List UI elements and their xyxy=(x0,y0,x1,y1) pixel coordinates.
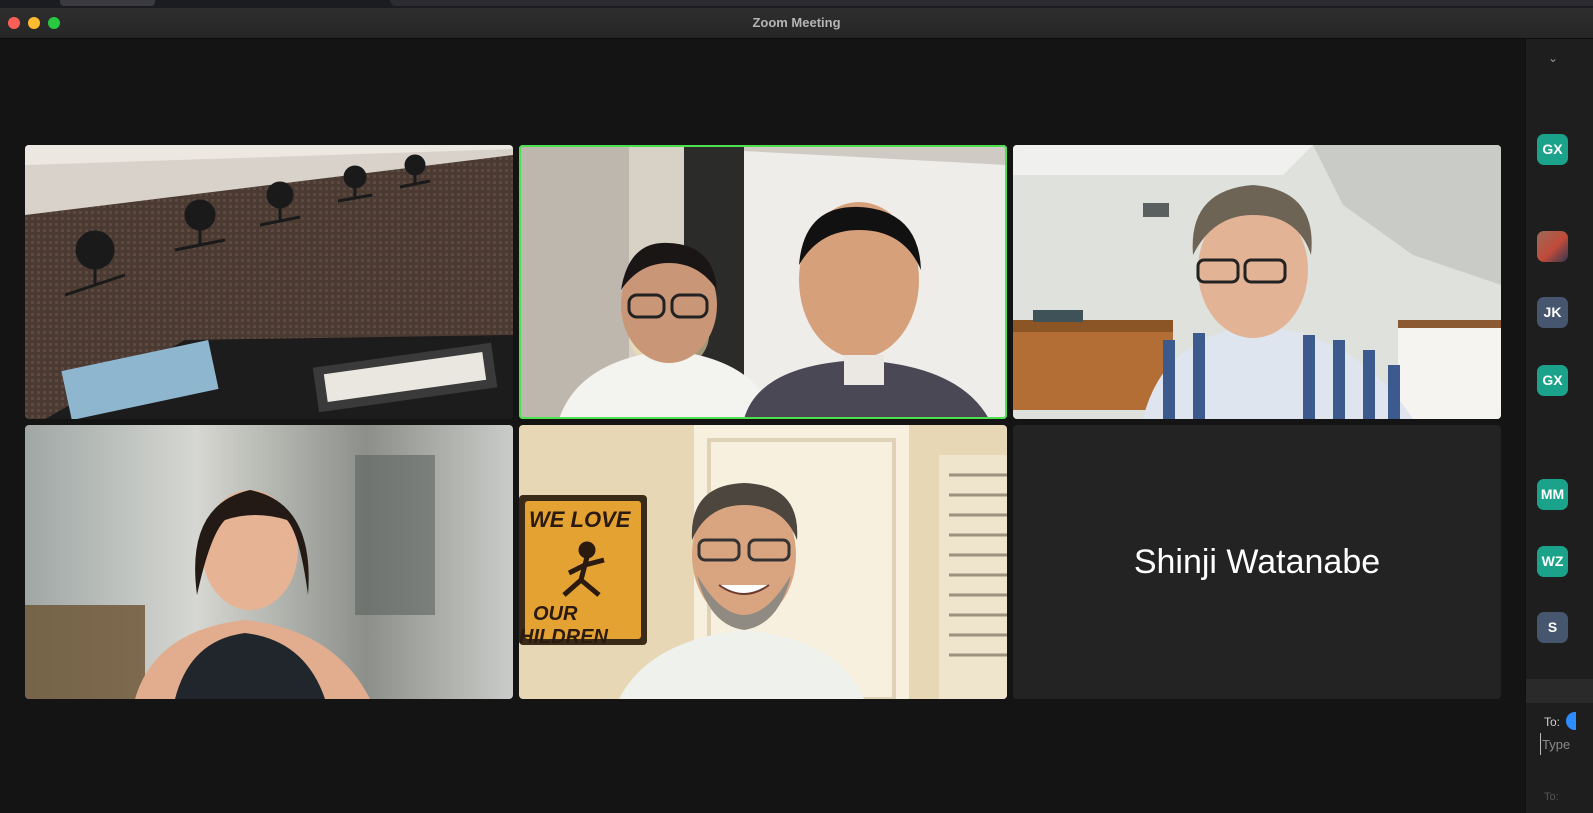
participant-avatar-photo[interactable] xyxy=(1537,231,1568,262)
chat-to-label: To: xyxy=(1544,791,1559,803)
background-window-tab xyxy=(390,0,1593,6)
video-tile-video-off[interactable]: Shinji Watanabe xyxy=(1013,425,1501,699)
participant-name: Shinji Watanabe xyxy=(1133,543,1381,581)
video-tile-man-striped-shirt[interactable] xyxy=(1013,145,1501,419)
participant-avatar[interactable]: GX xyxy=(1537,134,1568,165)
participant-avatar[interactable]: MM xyxy=(1537,479,1568,510)
video-tile-woman[interactable] xyxy=(25,425,513,699)
participant-avatar[interactable]: JK xyxy=(1537,297,1568,328)
two-people-video-frame xyxy=(519,145,1007,419)
video-tile-two-people[interactable] xyxy=(519,145,1007,419)
svg-text:WE LOVE: WE LOVE xyxy=(529,507,632,532)
chat-recipient-selector[interactable] xyxy=(1566,712,1576,730)
man-striped-shirt-video-frame xyxy=(1013,145,1501,419)
chat-message-input[interactable] xyxy=(1540,733,1593,755)
desktop-background-strip xyxy=(0,0,1593,8)
chat-to-label: To: xyxy=(1544,715,1561,729)
participant-avatar[interactable]: WZ xyxy=(1537,546,1568,577)
video-tile-room[interactable] xyxy=(25,145,513,419)
window-titlebar: Zoom Meeting xyxy=(0,8,1593,39)
woman-video-frame xyxy=(25,425,513,699)
participant-avatar[interactable]: S xyxy=(1537,612,1568,643)
svg-text:OUR: OUR xyxy=(533,603,578,625)
participants-chat-panel: ⌄ GX JK GX MM WZ S To: To: xyxy=(1525,39,1593,813)
video-gallery: WE LOVE OUR HILDREN Shinji Watanabe xyxy=(0,39,1525,813)
room-video-frame xyxy=(25,145,513,419)
panel-divider xyxy=(1526,679,1593,703)
chevron-down-icon[interactable]: ⌄ xyxy=(1548,51,1558,65)
window-title: Zoom Meeting xyxy=(752,15,841,30)
background-window-tab xyxy=(60,0,155,6)
participant-avatar[interactable]: GX xyxy=(1537,365,1568,396)
man-glasses-video-frame: WE LOVE OUR HILDREN xyxy=(519,425,1007,699)
svg-text:HILDREN: HILDREN xyxy=(519,626,608,648)
video-tile-man-glasses[interactable]: WE LOVE OUR HILDREN xyxy=(519,425,1007,699)
